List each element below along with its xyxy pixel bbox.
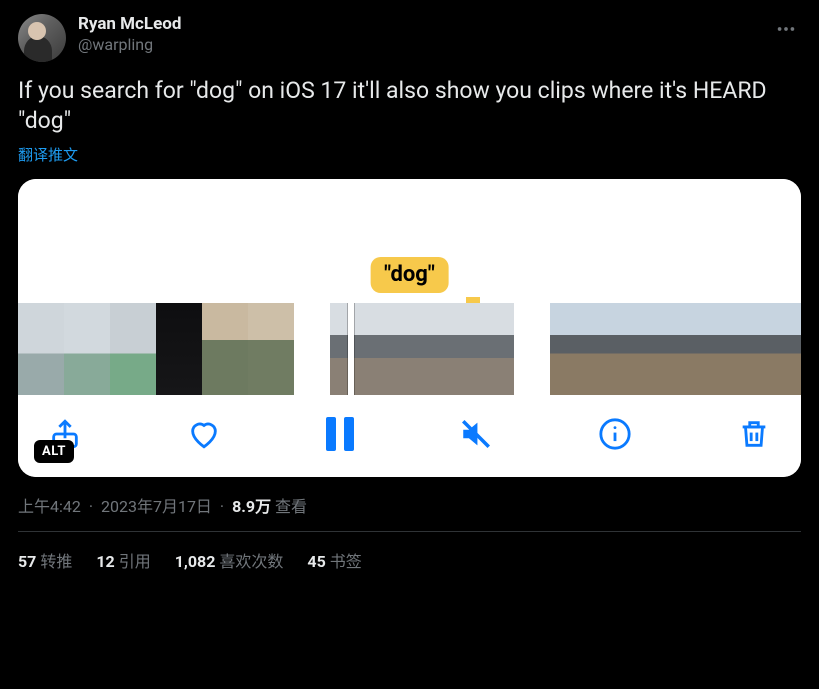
mute-button[interactable] (459, 417, 493, 451)
tweet-meta: 上午4:42 · 2023年7月17日 · 8.9万 查看 (18, 493, 801, 517)
delete-button[interactable] (737, 417, 771, 451)
clip-thumbnail (596, 303, 642, 395)
likes-count: 1,082 (175, 552, 216, 571)
translate-link[interactable]: 翻译推文 (18, 144, 78, 165)
media-toolbar (18, 395, 801, 477)
likes-stat[interactable]: 1,082喜欢次数 (175, 548, 284, 572)
tweet-text: If you search for "dog" on iOS 17 it'll … (18, 76, 801, 136)
retweets-count: 57 (18, 552, 36, 571)
search-term-chip: "dog" (370, 257, 449, 293)
favorite-button[interactable] (187, 417, 221, 451)
clip-thumbnail (780, 303, 801, 395)
more-menu-button[interactable] (771, 14, 801, 48)
clip-thumbnail (734, 303, 780, 395)
clip-thumbnail (18, 303, 64, 395)
author-names[interactable]: Ryan McLeod @warpling (78, 14, 771, 54)
quotes-count: 12 (96, 552, 114, 571)
trash-icon (737, 417, 771, 451)
clip-thumbnail (550, 303, 596, 395)
meta-separator: · (220, 497, 224, 516)
author-display-name: Ryan McLeod (78, 14, 771, 34)
tweet-time[interactable]: 上午4:42 (18, 497, 81, 516)
bookmarks-count: 45 (307, 552, 325, 571)
author-handle: @warpling (78, 35, 771, 54)
retweets-stat[interactable]: 57转推 (18, 548, 72, 572)
media-top-area: "dog" (18, 179, 801, 303)
pause-icon (326, 417, 354, 451)
tweet-header: Ryan McLeod @warpling (18, 14, 801, 62)
avatar[interactable] (18, 14, 66, 62)
views-count: 8.9万 (232, 497, 271, 516)
tweet-stats: 57转推 12 引用 1,082喜欢次数 45 书签 (18, 532, 801, 572)
playhead[interactable] (348, 303, 354, 395)
media-attachment[interactable]: "dog" (18, 179, 801, 477)
clip-thumbnail (376, 303, 422, 395)
quotes-stat[interactable]: 12 引用 (96, 548, 150, 572)
clip-group (550, 303, 801, 395)
clip-group (18, 303, 294, 395)
mute-icon (459, 417, 493, 451)
clip-thumbnail (688, 303, 734, 395)
tweet-container: Ryan McLeod @warpling If you search for … (0, 0, 819, 582)
clip-thumbnail (110, 303, 156, 395)
clip-thumbnail (156, 303, 202, 395)
pause-button[interactable] (326, 417, 354, 451)
clip-thumbnail (642, 303, 688, 395)
meta-separator: · (89, 497, 93, 516)
clip-thumbnail (422, 303, 468, 395)
info-button[interactable] (598, 417, 632, 451)
retweets-label: 转推 (40, 552, 72, 571)
clip-group (330, 303, 514, 395)
likes-label: 喜欢次数 (219, 552, 283, 571)
info-icon (598, 417, 632, 451)
clip-thumbnail (468, 303, 514, 395)
heart-icon (187, 417, 221, 451)
clip-thumbnail (202, 303, 248, 395)
clip-thumbnail (64, 303, 110, 395)
tweet-date[interactable]: 2023年7月17日 (101, 497, 212, 516)
views-label: 查看 (275, 497, 307, 516)
alt-badge[interactable]: ALT (34, 440, 74, 463)
bookmarks-stat[interactable]: 45 书签 (307, 548, 361, 572)
clip-thumbnail (248, 303, 294, 395)
ellipsis-icon (775, 18, 797, 40)
quotes-label: 引用 (119, 552, 151, 571)
bookmarks-label: 书签 (330, 552, 362, 571)
video-scrubber[interactable] (18, 303, 801, 395)
